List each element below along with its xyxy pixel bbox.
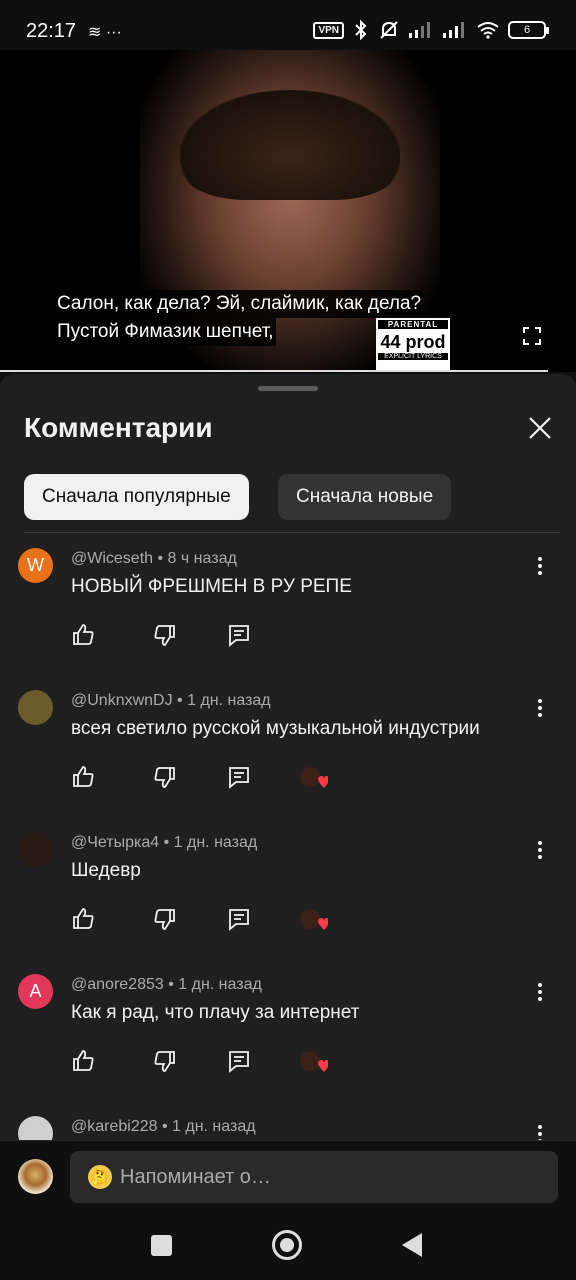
comment-author[interactable]: @Wiceseth [71, 550, 153, 567]
silent-icon [380, 21, 398, 39]
comment-meta: @anore2853 • 1 дн. назад [71, 976, 262, 993]
parental-advisory-logo: PARENTAL 44 prod EXPLICIT LYRICS [376, 318, 450, 370]
comment-item: @Четырка4 • 1 дн. назад Шедевр [0, 832, 576, 974]
more-options-icon[interactable] [528, 1122, 552, 1140]
video-progress-bar[interactable] [0, 370, 548, 372]
status-bar: 22:17 ≋ ··· VPN 6 [0, 0, 576, 50]
system-nav-bar [0, 1216, 576, 1280]
comments-sheet: Комментарии Сначала популярные Сначала н… [0, 374, 576, 1140]
comment-item: W @Wiceseth • 8 ч назад НОВЫЙ ФРЕШМЕН В РУ… [0, 548, 576, 690]
comment-meta: @Wiceseth • 8 ч назад [71, 550, 237, 567]
comment-input[interactable]: 🤔 Напоминает о… [70, 1151, 558, 1203]
comment-meta: @Четырка4 • 1 дн. назад [71, 834, 258, 851]
fullscreen-icon[interactable] [522, 326, 542, 346]
like-icon[interactable] [70, 906, 96, 932]
signal-icon-2 [443, 22, 464, 38]
dislike-icon[interactable] [152, 622, 178, 648]
like-icon[interactable] [70, 1048, 96, 1074]
reply-icon[interactable] [226, 622, 252, 648]
like-icon[interactable] [70, 764, 96, 790]
wifi-icon [477, 22, 499, 39]
thinking-emoji-icon: 🤔 [88, 1165, 112, 1189]
comment-author[interactable]: @UnknxwnDJ [71, 692, 173, 709]
comment-text: Как я рад, что плачу за интернет [71, 1002, 360, 1023]
subtitle-line-2: Пустой Фимазик шепчет, [55, 318, 276, 346]
comment-author[interactable]: @anore2853 [71, 976, 164, 993]
comment-avatar[interactable] [18, 690, 53, 725]
comment-text: всея светило русской музыкальной индустр… [71, 718, 480, 739]
dislike-icon[interactable] [152, 1048, 178, 1074]
vpn-icon: VPN [313, 21, 344, 39]
comment-avatar[interactable]: W [18, 548, 53, 583]
user-avatar [18, 1159, 53, 1194]
more-options-icon[interactable] [528, 980, 552, 1004]
video-subtitles: Салон, как дела? Эй, слаймик, как дела? … [55, 290, 424, 346]
video-player[interactable]: Салон, как дела? Эй, слаймик, как дела? … [0, 50, 576, 372]
comment-time: 1 дн. назад [178, 976, 262, 993]
comment-item: A @anore2853 • 1 дн. назад Как я рад, что … [0, 974, 576, 1116]
comment-avatar[interactable] [18, 832, 53, 867]
comment-time: 1 дн. назад [173, 834, 258, 851]
status-right-icons: VPN 6 [313, 20, 549, 40]
video-frame-hair [180, 90, 400, 200]
divider [24, 532, 560, 533]
comment-author[interactable]: @Четырка4 [71, 834, 159, 851]
recents-button[interactable] [151, 1235, 172, 1256]
subtitle-line-1: Салон, как дела? Эй, слаймик, как дела? [55, 290, 424, 318]
sheet-title: Комментарии [24, 412, 213, 443]
comment-text: НОВЫЙ ФРЕШМЕН В РУ РЕПЕ [71, 576, 352, 597]
drag-handle[interactable] [258, 386, 318, 391]
comment-avatar[interactable]: A [18, 974, 53, 1009]
battery-icon: 6 [508, 21, 549, 39]
more-options-icon[interactable] [528, 838, 552, 862]
filter-popular-chip[interactable]: Сначала популярные [24, 474, 249, 520]
status-time: 22:17 [26, 20, 77, 42]
more-options-icon[interactable] [528, 554, 552, 578]
reply-icon[interactable] [226, 1048, 252, 1074]
reply-icon[interactable] [226, 906, 252, 932]
filter-newest-chip[interactable]: Сначала новые [278, 474, 452, 520]
comment-time: 1 дн. назад [187, 692, 271, 709]
creator-heart-icon [298, 1050, 330, 1076]
reply-icon[interactable] [226, 764, 252, 790]
comment-input-placeholder: Напоминает о… [120, 1166, 271, 1188]
comment-item: @UnknxwnDJ • 1 дн. назад всея светило рус… [0, 690, 576, 832]
comment-meta: @karebi228 • 1 дн. назад [71, 1118, 256, 1135]
comment-time: 1 дн. назад [172, 1118, 256, 1135]
comment-meta: @UnknxwnDJ • 1 дн. назад [71, 692, 271, 709]
more-options-icon[interactable] [528, 696, 552, 720]
close-icon[interactable] [524, 412, 556, 444]
comment-text: Шедевр [71, 860, 141, 881]
back-button[interactable] [402, 1233, 422, 1257]
status-notification-icons: ≋ ··· [88, 24, 122, 41]
comment-item: @karebi228 • 1 дн. назад [0, 1116, 576, 1140]
creator-heart-icon [298, 766, 330, 792]
like-icon[interactable] [70, 622, 96, 648]
dislike-icon[interactable] [152, 906, 178, 932]
comment-author[interactable]: @karebi228 [71, 1118, 158, 1135]
comment-composer: 🤔 Напоминает о… [0, 1140, 576, 1216]
home-button[interactable] [272, 1230, 302, 1260]
comment-avatar[interactable] [18, 1116, 53, 1140]
dislike-icon[interactable] [152, 764, 178, 790]
bluetooth-icon [355, 20, 367, 40]
creator-heart-icon [298, 908, 330, 934]
comment-time: 8 ч назад [167, 550, 237, 567]
signal-icon [409, 22, 430, 38]
